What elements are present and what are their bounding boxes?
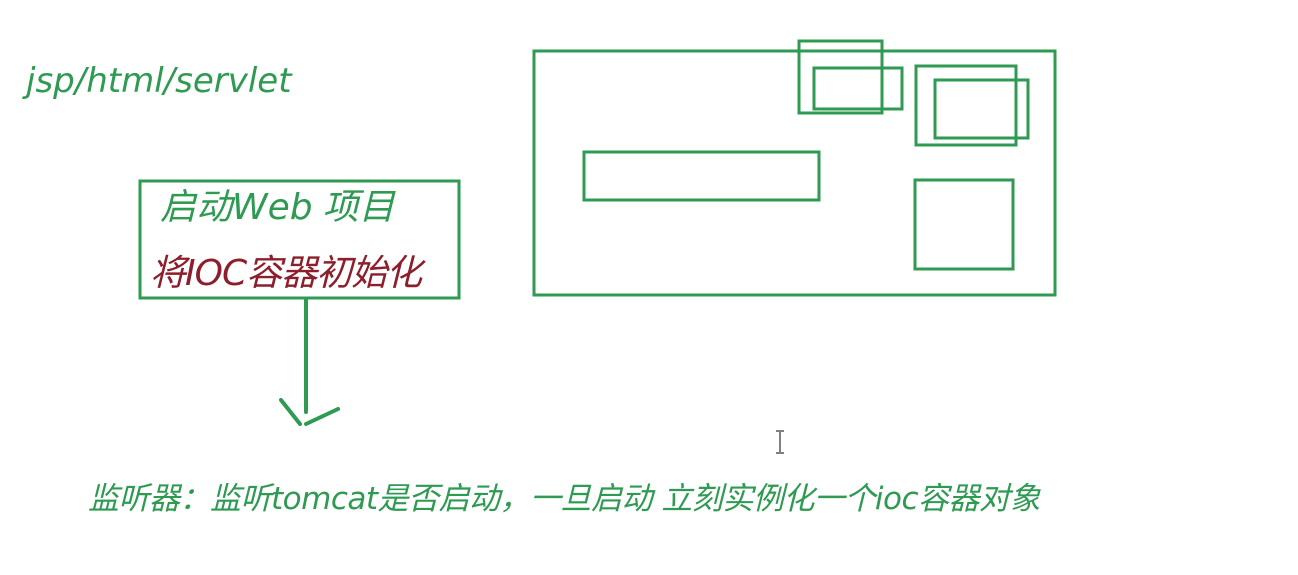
startup-line-1-suffix: 项目 [322,187,395,228]
container-outer-rect [532,49,1057,297]
small-rect-b [812,66,904,111]
text-cursor-icon [776,430,784,454]
init-ioc-line: 将IOC容器初始化 [150,253,422,294]
square-bean-rect [913,178,1015,271]
listener-caption: 监听器：监听tomcat是否启动，一旦启动 立刻实例化一个ioc容器对象 [88,481,1041,517]
rect-c-inner [933,78,1030,140]
ioc-container-diagram [532,39,1057,297]
startup-line-1-prefix: 启动Web [160,187,313,228]
jsp-html-servlet-label: jsp/html/servlet [26,61,292,101]
rect-c-outer [914,64,1018,147]
startup-line-1: 启动Web 项目 [160,190,395,226]
down-arrow [279,298,340,426]
wide-bean-rect [582,150,821,202]
